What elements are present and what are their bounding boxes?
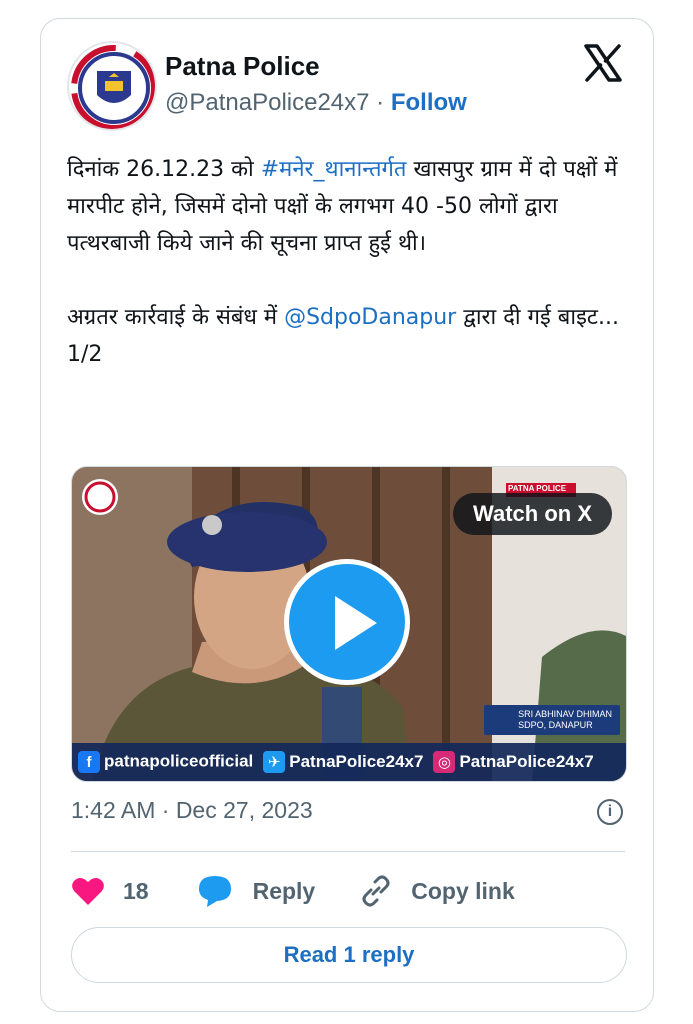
twitter-icon: ✈: [263, 751, 286, 773]
channel-corner-tag: PATNA POLICE: [508, 484, 567, 493]
instagram-icon: ◎: [433, 751, 456, 773]
social-handles-strip: f patnapoliceofficial ✈ PatnaPolice24x7 ◎ P…: [72, 743, 626, 781]
facebook-icon: f: [78, 751, 100, 773]
mention-link[interactable]: @SdpoDanapur: [284, 305, 456, 330]
separator: ·: [376, 89, 385, 116]
facebook-handle: f patnapoliceofficial: [78, 751, 253, 773]
thread-counter: 1/2: [67, 342, 103, 367]
tweet-paragraph-1: दिनांक 26.12.23 को #मनेर_थानान्तर्गत खास…: [67, 151, 627, 262]
timestamp[interactable]: 1:42 AM · Dec 27, 2023: [71, 797, 313, 824]
tweet-text: दिनांक 26.12.23 को #मनेर_थानान्तर्गत खास…: [67, 151, 627, 373]
link-icon: [362, 875, 390, 907]
twitter-handle: ✈ PatnaPolice24x7: [263, 751, 423, 773]
heart-icon: [72, 878, 104, 905]
like-count: 18: [123, 877, 149, 904]
read-replies-button[interactable]: Read 1 reply: [71, 927, 627, 983]
reply-label: Reply: [252, 877, 316, 904]
reply-button[interactable]: Reply: [197, 874, 316, 908]
copy-link-label: Copy link: [411, 877, 515, 904]
reply-bubble-icon: [198, 876, 231, 907]
like-button[interactable]: 18: [71, 876, 149, 906]
instagram-handle: ◎ PatnaPolice24x7: [433, 751, 594, 773]
text-segment: द्वारा दी गई बाइट...: [456, 305, 619, 330]
follow-button[interactable]: Follow: [391, 89, 467, 116]
avatar[interactable]: [67, 41, 157, 131]
author-name[interactable]: Patna Police: [165, 51, 320, 82]
hashtag-link[interactable]: #मनेर_थानान्तर्गत: [261, 157, 407, 182]
tweet-paragraph-2: अग्रतर कार्रवाई के संबंध में @SdpoDanapu…: [67, 299, 627, 336]
instagram-text: PatnaPolice24x7: [459, 752, 594, 771]
name-tag-line-2: SDPO, DANAPUR: [518, 720, 593, 730]
text-segment: दिनांक 26.12.23 को: [67, 157, 261, 182]
handle-row: @PatnaPolice24x7 · Follow: [165, 89, 467, 117]
police-logo-icon: [71, 45, 155, 129]
facebook-text: patnapoliceofficial: [104, 751, 254, 771]
video-thumbnail[interactable]: PATNA POLICE Watch on X SRI ABHINAV DHIM…: [71, 466, 627, 782]
text-segment: अग्रतर कार्रवाई के संबंध में: [67, 305, 285, 330]
name-tag-line-1: SRI ABHINAV DHIMAN: [518, 709, 612, 719]
info-icon[interactable]: i: [597, 799, 623, 825]
watch-on-x-button[interactable]: Watch on X: [453, 493, 612, 535]
divider: [71, 851, 625, 852]
copy-link-button[interactable]: Copy link: [359, 874, 515, 908]
lower-third-name-tag: SRI ABHINAV DHIMAN SDPO, DANAPUR: [484, 705, 620, 735]
author-handle[interactable]: @PatnaPolice24x7: [165, 89, 370, 116]
play-icon[interactable]: [284, 559, 410, 685]
x-logo-icon[interactable]: [583, 43, 623, 83]
twitter-text: PatnaPolice24x7: [289, 752, 424, 771]
action-bar: 18 Reply Copy link: [71, 869, 515, 913]
tweet-card[interactable]: Patna Police @PatnaPolice24x7 · Follow द…: [40, 18, 654, 1012]
